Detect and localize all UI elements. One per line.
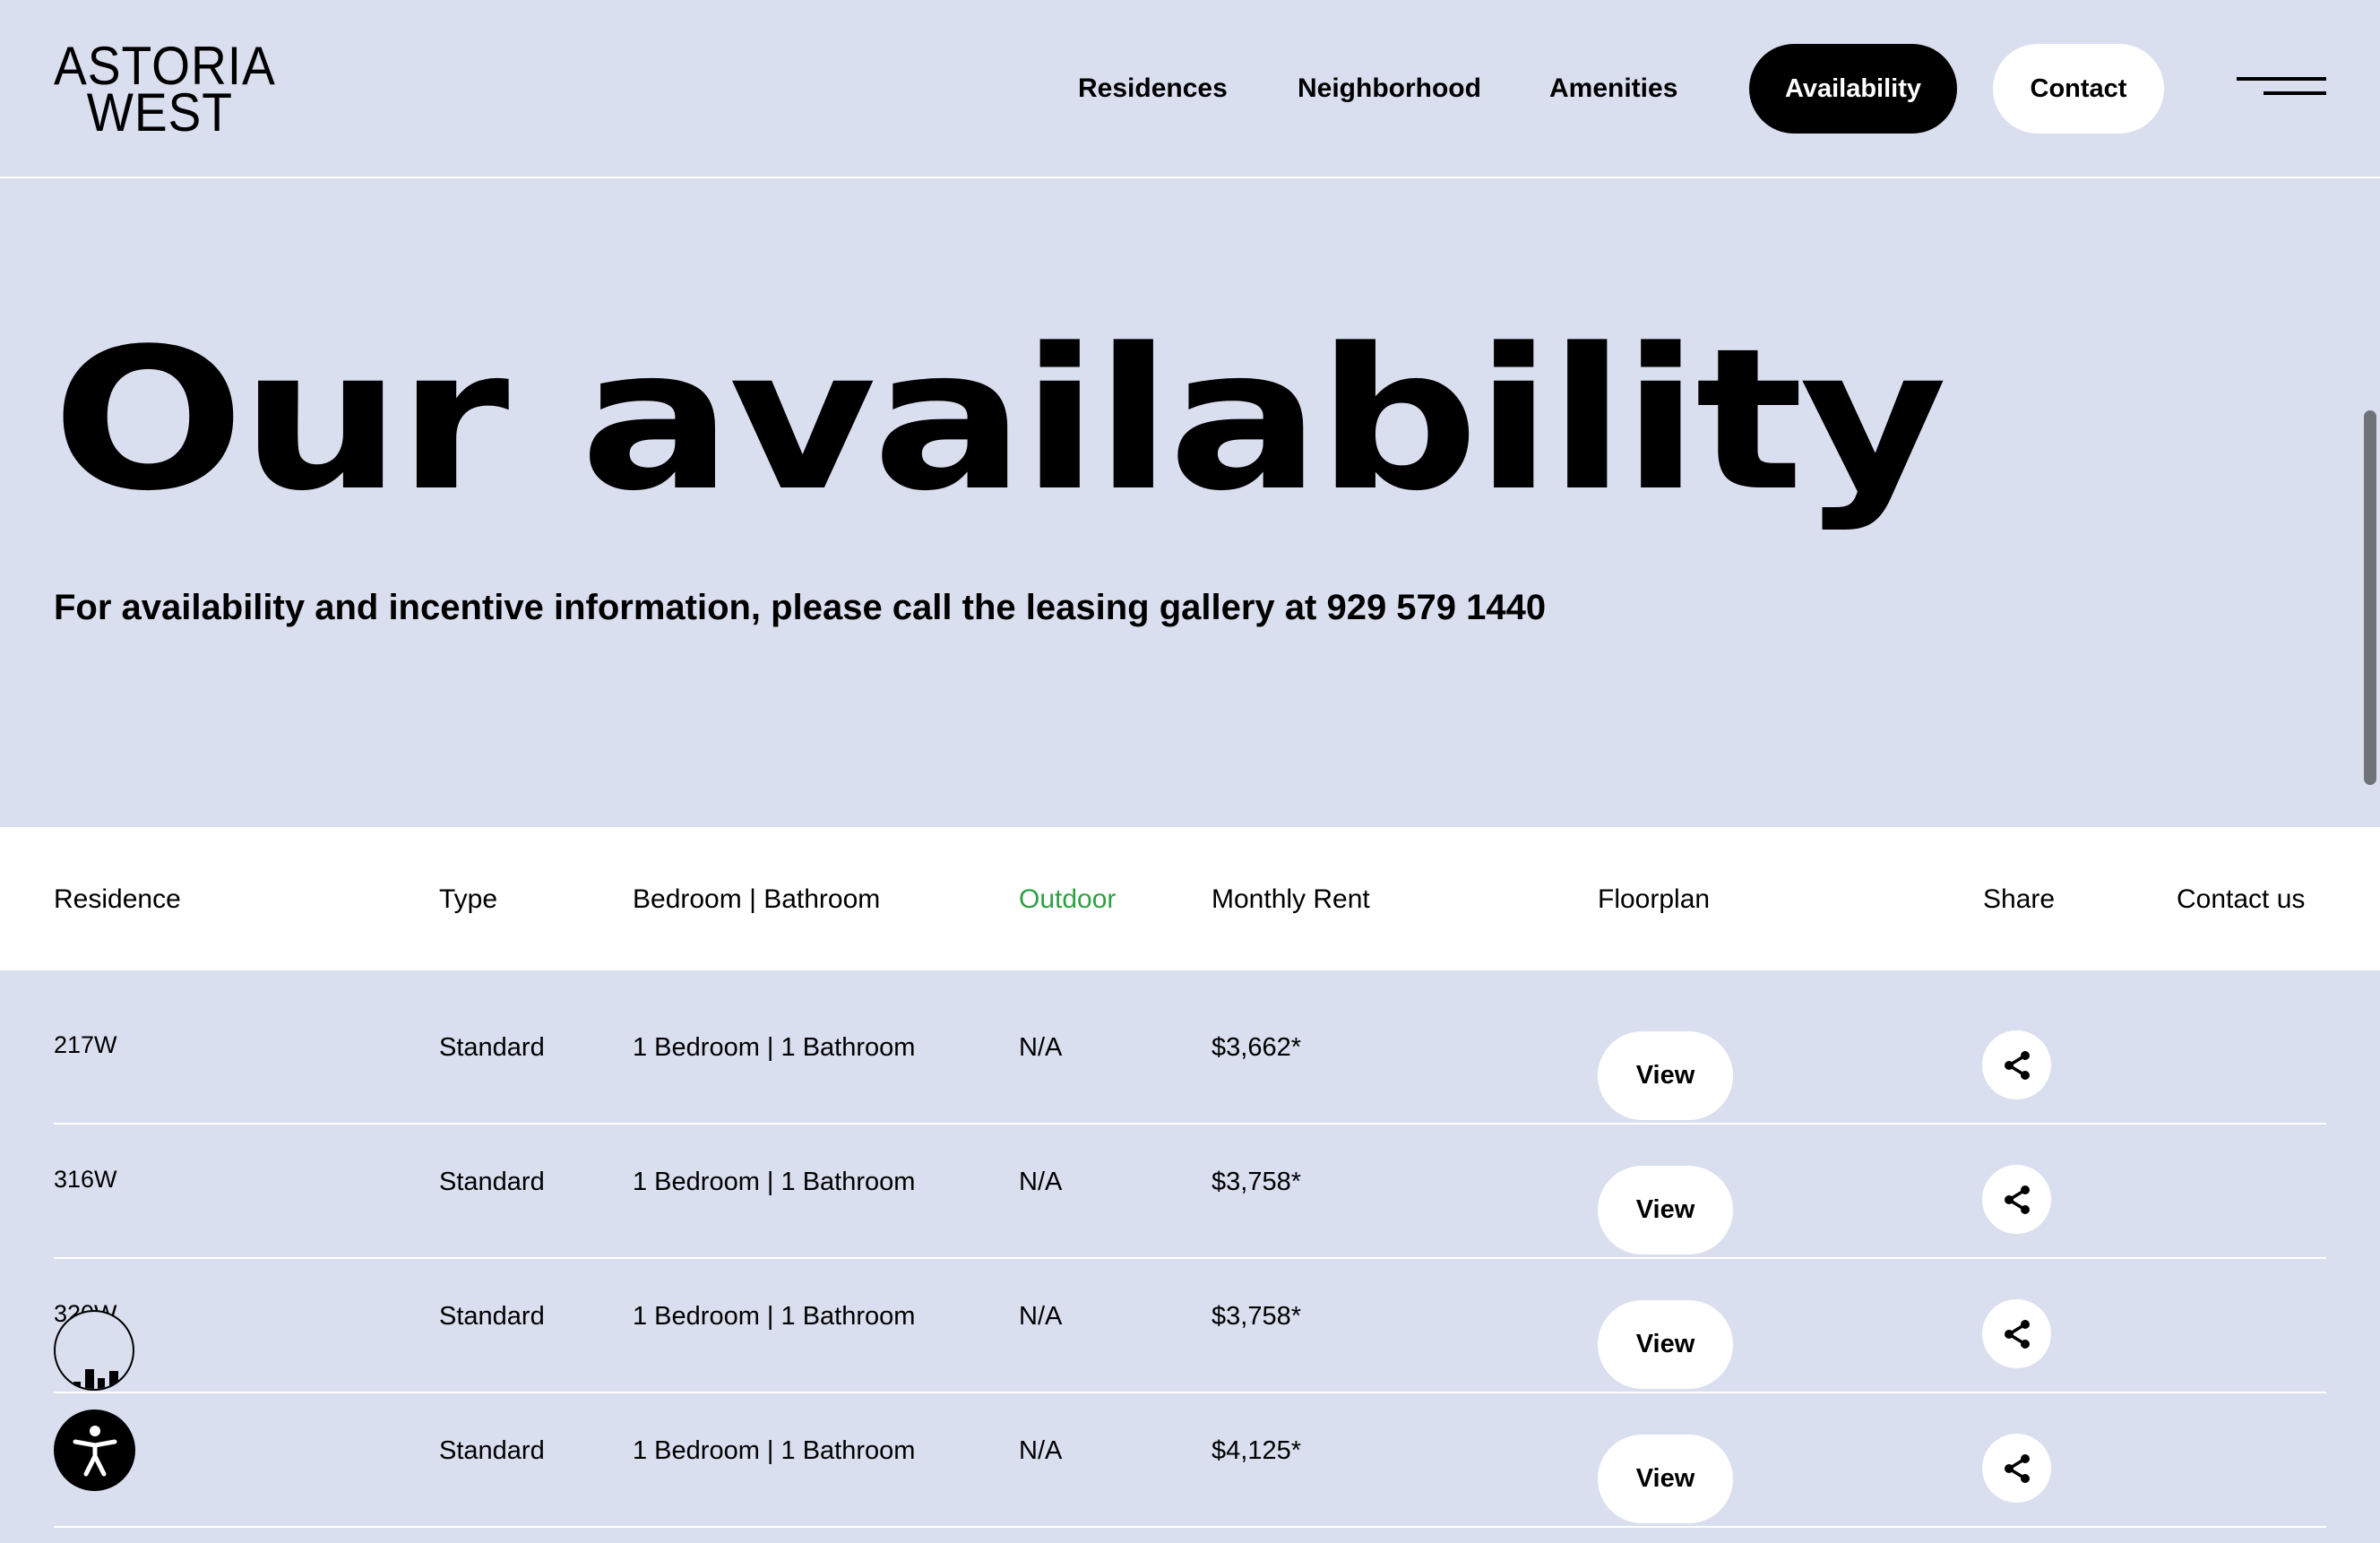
scrollbar-thumb[interactable] [2364,410,2376,785]
col-outdoor[interactable]: Outdoor [1019,884,1116,915]
cell-residence: 217W [54,1031,117,1058]
cell-outdoor: N/A [1019,1302,1063,1331]
cell-bed-bath: 1 Bedroom | 1 Bathroom [633,1168,916,1196]
cell-rent: $3,758* [1212,1302,1301,1331]
col-contact-us: Contact us [2177,884,2306,914]
cell-bed-bath: 1 Bedroom | 1 Bathroom [633,1302,916,1331]
logo-line-2: WEST [86,82,233,142]
audio-widget-button[interactable] [54,1310,134,1391]
leasing-info-text: For availability and incentive informati… [54,588,1547,627]
nav-residences[interactable]: Residences [1078,73,1228,104]
cell-rent: $4,125* [1212,1436,1301,1465]
share-button[interactable] [1982,1299,2051,1368]
availability-button[interactable]: Availability [1749,44,1957,134]
col-residence: Residence [54,884,181,914]
col-type: Type [439,884,498,914]
cell-outdoor: N/A [1019,1033,1063,1062]
cell-rent: $3,758* [1212,1168,1301,1196]
nav-neighborhood[interactable]: Neighborhood [1298,73,1481,104]
col-share: Share [1983,884,2056,914]
table-row: 217W Standard 1 Bedroom | 1 Bathroom N/A… [54,990,2326,1125]
equalizer-icon [73,1369,118,1389]
cell-type: Standard [439,1168,545,1196]
cell-outdoor: N/A [1019,1168,1063,1196]
col-monthly-rent: Monthly Rent [1212,884,1370,914]
view-floorplan-button[interactable]: View [1598,1166,1733,1254]
astoria-west-logo[interactable]: ASTORIA WEST [54,39,287,142]
cell-type: Standard [439,1033,545,1062]
view-floorplan-button[interactable]: View [1598,1435,1733,1523]
share-button[interactable] [1982,1030,2051,1099]
table-row: 320W Standard 1 Bedroom | 1 Bathroom N/A… [54,1259,2326,1393]
share-icon [2004,1185,2030,1214]
cell-rent: $3,662* [1212,1033,1301,1062]
share-button[interactable] [1982,1165,2051,1234]
site-header: ASTORIA WEST Residences Neighborhood Ame… [0,0,2380,178]
cell-residence: 316W [54,1166,117,1193]
view-floorplan-button[interactable]: View [1598,1031,1733,1120]
cell-bed-bath: 1 Bedroom | 1 Bathroom [633,1033,916,1062]
view-floorplan-button[interactable]: View [1598,1300,1733,1389]
share-icon [2004,1319,2030,1349]
table-header: Residence Type Bedroom | Bathroom Outdoo… [0,827,2380,970]
accessibility-button[interactable] [54,1409,135,1491]
col-bed-bath: Bedroom | Bathroom [633,884,881,914]
col-floorplan: Floorplan [1598,884,1711,914]
cell-type: Standard [439,1302,545,1331]
cell-type: Standard [439,1436,545,1465]
nav-amenities[interactable]: Amenities [1549,73,1677,104]
table-row: 316W Standard 1 Bedroom | 1 Bathroom N/A… [54,1125,2326,1259]
contact-button[interactable]: Contact [1993,44,2164,134]
share-button[interactable] [1982,1434,2051,1503]
cell-outdoor: N/A [1019,1436,1063,1465]
table-row: 3 Standard 1 Bedroom | 1 Bathroom N/A $4… [54,1393,2326,1528]
hamburger-menu-icon[interactable] [2237,77,2326,104]
share-icon [2004,1050,2030,1080]
share-icon [2004,1453,2030,1483]
accessibility-icon [73,1425,116,1476]
page-title: Our availability [52,307,1947,534]
cell-bed-bath: 1 Bedroom | 1 Bathroom [633,1436,916,1465]
